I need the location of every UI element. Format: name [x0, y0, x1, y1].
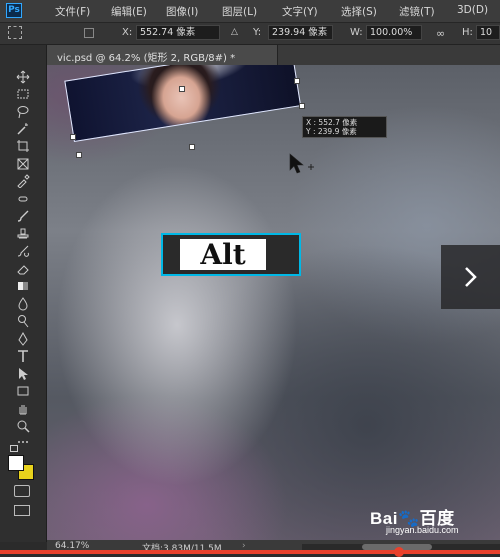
next-slide-button[interactable] — [441, 245, 500, 309]
tools-panel — [0, 45, 47, 542]
hand-icon[interactable] — [13, 400, 33, 418]
brush-icon[interactable] — [13, 207, 33, 225]
alt-key-label: Alt — [180, 239, 266, 270]
progress-bar — [0, 547, 500, 557]
transform-handle[interactable] — [179, 86, 185, 92]
menu-bar: Ps 文件(F) 编辑(E) 图像(I) 图层(L) 文字(Y) 选择(S) 滤… — [0, 0, 500, 23]
eraser-icon[interactable] — [13, 260, 33, 278]
transform-handle[interactable] — [189, 144, 195, 150]
coordinate-tooltip: X : 552.7 像素 Y : 239.9 像素 — [302, 116, 387, 138]
type-icon[interactable] — [13, 347, 33, 365]
baidu-watermark: Bai🐾百度 jingyan.baidu.com — [370, 504, 498, 535]
tab-vic-psd[interactable]: vic.psd @ 64.2% (矩形 2, RGB/8#) * — [47, 45, 278, 65]
width-input[interactable]: 100.00% — [366, 25, 422, 40]
screen-mode-icon[interactable] — [14, 505, 30, 516]
menu-type[interactable]: 文字(Y) — [282, 4, 318, 19]
blur-icon[interactable] — [13, 295, 33, 313]
transform-handle[interactable] — [294, 78, 300, 84]
transform-handle[interactable] — [299, 103, 305, 109]
menu-3d[interactable]: 3D(D) — [457, 4, 488, 16]
history-brush-icon[interactable] — [13, 242, 33, 260]
transform-options-icon[interactable] — [8, 26, 22, 39]
menu-image[interactable]: 图像(I) — [166, 4, 198, 19]
chevron-right-icon — [465, 267, 477, 287]
reference-point-icon[interactable] — [84, 28, 94, 38]
options-bar: X: 552.74 像素 △ Y: 239.94 像素 W: 100.00% ∞… — [0, 23, 500, 45]
watermark-url: jingyan.baidu.com — [386, 525, 459, 535]
h-label: H: — [462, 27, 473, 38]
x-position-input[interactable]: 552.74 像素 — [136, 25, 220, 40]
pen-icon[interactable] — [13, 330, 33, 348]
y-label: Y: — [253, 27, 262, 38]
tab-title: vic.psd @ 64.2% (矩形 2, RGB/8#) * — [57, 53, 236, 64]
menu-select[interactable]: 选择(S) — [341, 4, 377, 19]
photo-layer[interactable] — [64, 65, 302, 142]
crop-icon[interactable] — [13, 137, 33, 155]
lasso-icon[interactable] — [13, 103, 33, 121]
gradient-icon[interactable] — [13, 277, 33, 295]
rectangle-icon[interactable] — [13, 382, 33, 400]
magic-wand-icon[interactable] — [13, 120, 33, 138]
canvas[interactable]: X : 552.7 像素 Y : 239.9 像素 Alt Bai🐾百度 jin… — [47, 65, 500, 540]
healing-icon[interactable] — [13, 190, 33, 208]
marquee-icon[interactable] — [13, 85, 33, 103]
move-cursor-icon — [289, 153, 314, 174]
eyedropper-icon[interactable] — [13, 172, 33, 190]
progress-knob[interactable] — [394, 547, 404, 557]
x-label: X: — [122, 27, 133, 38]
delta-icon[interactable]: △ — [231, 27, 238, 37]
stamp-icon[interactable] — [13, 225, 33, 243]
y-position-input[interactable]: 239.94 像素 — [268, 25, 333, 40]
transform-handle[interactable] — [76, 152, 82, 158]
menu-layer[interactable]: 图层(L) — [222, 4, 257, 19]
menu-filter[interactable]: 滤镜(T) — [399, 4, 435, 19]
menu-edit[interactable]: 编辑(E) — [111, 4, 147, 19]
document-tab-bar: vic.psd @ 64.2% (矩形 2, RGB/8#) * — [47, 45, 500, 65]
tooltip-y: Y : 239.9 像素 — [306, 127, 357, 136]
alt-key-overlay: Alt — [161, 233, 301, 276]
path-select-icon[interactable] — [13, 365, 33, 383]
menu-file[interactable]: 文件(F) — [55, 4, 90, 19]
dodge-icon[interactable] — [13, 312, 33, 330]
link-icon[interactable]: ∞ — [436, 27, 445, 40]
quick-mask-icon[interactable] — [14, 485, 30, 497]
foreground-color-swatch[interactable] — [8, 455, 24, 471]
transform-handle[interactable] — [70, 134, 76, 140]
move-icon[interactable] — [13, 68, 33, 86]
w-label: W: — [350, 27, 363, 38]
tooltip-x: X : 552.7 像素 — [306, 118, 358, 127]
height-input[interactable]: 10 — [476, 25, 500, 40]
photoshop-logo: Ps — [6, 3, 22, 18]
frame-icon[interactable] — [13, 155, 33, 173]
default-colors-icon[interactable] — [10, 445, 18, 452]
